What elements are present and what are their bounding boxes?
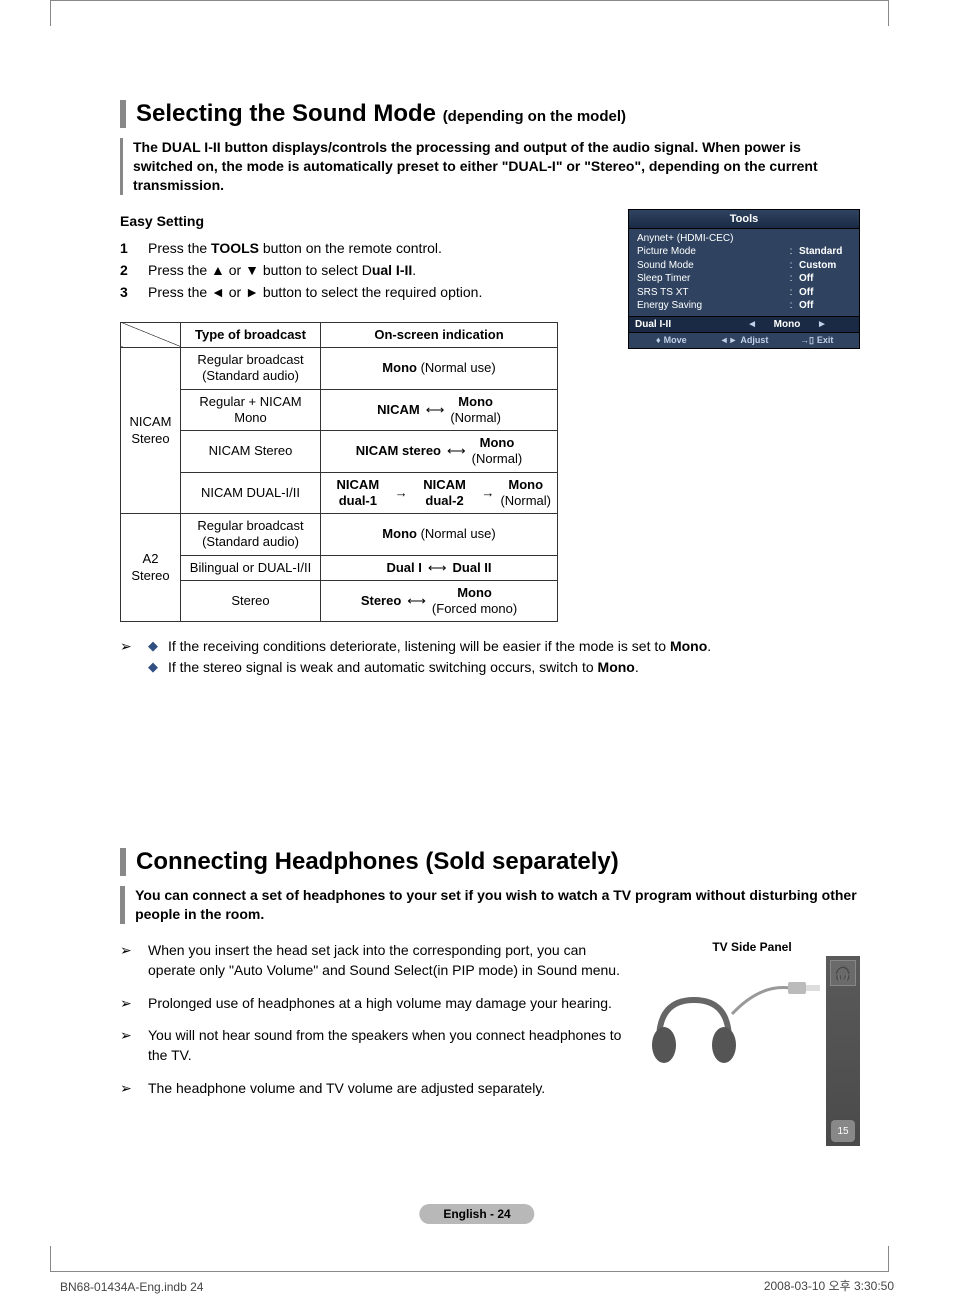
pointer-icon: ➢ xyxy=(120,993,148,1013)
step-num: 2 xyxy=(120,259,148,281)
plug-illustration xyxy=(730,974,826,1018)
cell: Regular broadcast (Standard audio) xyxy=(181,348,321,390)
section-1-intro: The DUAL I-II button displays/controls t… xyxy=(120,138,860,195)
pointer-icon: ➢ xyxy=(120,940,148,960)
section1-notes: ➢ ◆ If the receiving conditions deterior… xyxy=(120,636,860,678)
cell: Dual I ⟷ Dual II xyxy=(321,555,558,580)
page-badge: 15 xyxy=(831,1120,855,1142)
step-num: 3 xyxy=(120,281,148,303)
exit-icon: →▯ xyxy=(800,335,814,346)
section-2-heading: Connecting Headphones (Sold separately) xyxy=(120,848,860,876)
headphone-notes: ➢When you insert the head set jack into … xyxy=(120,940,626,1110)
section-1-heading: Selecting the Sound Mode (depending on t… xyxy=(120,100,860,128)
osd-selected-row: Dual I-II ◄ Mono ► xyxy=(628,316,860,333)
broadcast-table: Type of broadcast On-screen indication N… xyxy=(120,322,558,623)
diamond-icon: ◆ xyxy=(148,636,168,656)
intro-text: The DUAL I-II button displays/controls t… xyxy=(133,138,860,195)
easy-setting-label: Easy Setting xyxy=(120,213,610,229)
cell: Stereo xyxy=(181,580,321,622)
cell: Mono (Normal use) xyxy=(321,348,558,390)
osd-title: Tools xyxy=(628,209,860,229)
cell: Stereo ⟷ Mono(Forced mono) xyxy=(321,580,558,622)
section-2-intro: You can connect a set of headphones to y… xyxy=(120,886,860,924)
page-number-pill: English - 24 xyxy=(419,1204,534,1224)
pointer-icon: ➢ xyxy=(120,1078,148,1098)
title-main: Selecting the Sound Mode xyxy=(136,100,436,127)
cell: Bilingual or DUAL-I/II xyxy=(181,555,321,580)
intro-text-2: You can connect a set of headphones to y… xyxy=(135,886,860,924)
tv-side-panel-figure: TV Side Panel 🎧 15 xyxy=(644,940,860,1110)
steps-list: 1Press the TOOLS button on the remote co… xyxy=(120,237,610,304)
group-a2: A2 Stereo xyxy=(121,514,181,622)
panel-label: TV Side Panel xyxy=(644,940,860,954)
cell: Regular + NICAM Mono xyxy=(181,389,321,431)
cell: NICAM DUAL-I/II xyxy=(181,472,321,514)
cell: NICAM Stereo xyxy=(181,431,321,473)
section-1-title: Selecting the Sound Mode (depending on t… xyxy=(136,100,626,128)
cell: NICAM dual-1 → NICAM dual-2 → Mono(Norma… xyxy=(321,472,558,514)
pointer-icon: ➢ xyxy=(120,1025,148,1045)
headphones-illustration xyxy=(644,980,744,1070)
footer-right: 2008-03-10 오후 3:30:50 xyxy=(764,1277,894,1294)
group-nicam: NICAM Stereo xyxy=(121,348,181,514)
cell: Regular broadcast (Standard audio) xyxy=(181,514,321,556)
section-2-title: Connecting Headphones (Sold separately) xyxy=(136,848,619,876)
cell: Mono (Normal use) xyxy=(321,514,558,556)
cell: NICAM stereo ⟷ Mono(Normal) xyxy=(321,431,558,473)
headphone-jack-icon: 🎧 xyxy=(830,960,856,986)
step-num: 1 xyxy=(120,237,148,259)
updown-icon: ♦ xyxy=(656,335,661,345)
pointer-icon: ➢ xyxy=(120,636,148,657)
tools-osd: Tools Anynet+ (HDMI-CEC) Picture Mode:St… xyxy=(628,209,860,349)
th-type: Type of broadcast xyxy=(181,322,321,347)
panel-strip: 🎧 15 xyxy=(826,956,860,1146)
title-sub: (depending on the model) xyxy=(443,108,626,125)
th-indication: On-screen indication xyxy=(321,322,558,347)
osd-footer: ♦Move ◄►Adjust →▯Exit xyxy=(628,333,860,349)
diamond-icon: ◆ xyxy=(148,657,168,677)
cell: NICAM ⟷ Mono(Normal) xyxy=(321,389,558,431)
footer-left: BN68-01434A-Eng.indb 24 xyxy=(60,1280,203,1294)
leftright-icon: ◄► xyxy=(720,335,738,345)
